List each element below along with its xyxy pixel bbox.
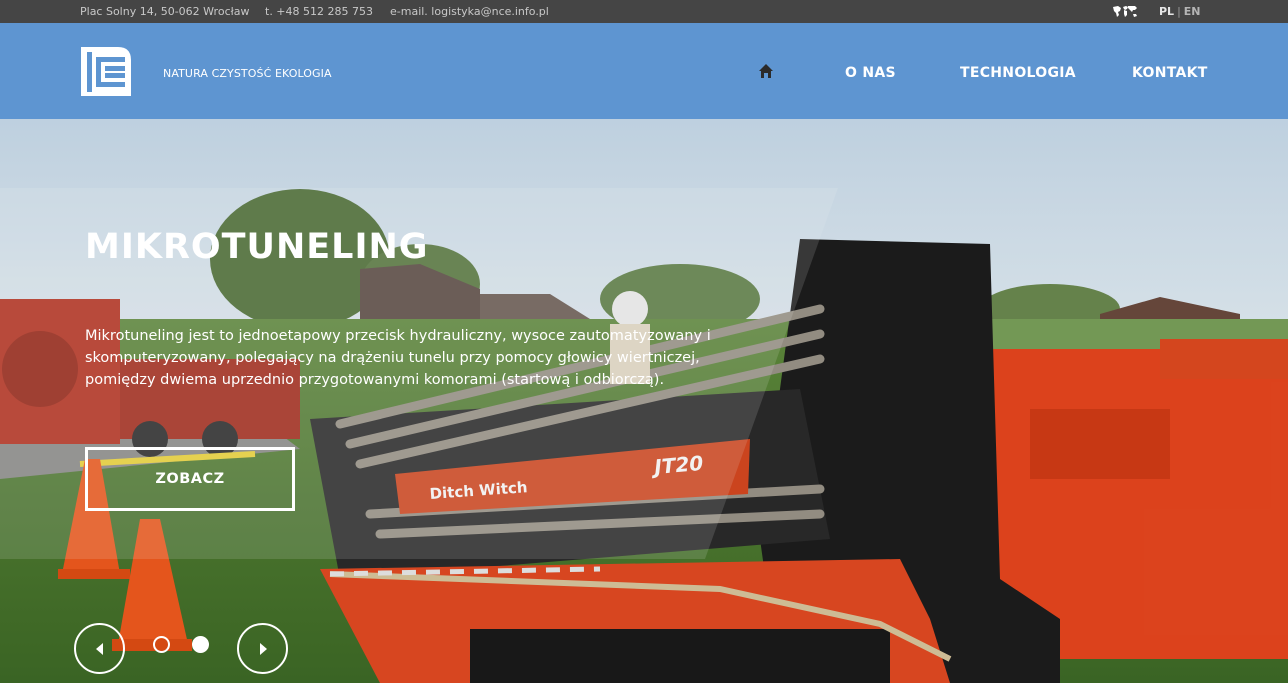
nav-technologia[interactable]: TECHNOLOGIA [960,65,1076,81]
hero-slider: Ditch Witch JT20 MIKROTUNELING Mikrotune… [0,119,1288,683]
zobacz-button[interactable]: ZOBACZ [85,447,295,511]
chevron-left-icon [95,642,103,655]
chevron-right-icon [259,642,267,655]
nav-o-nas[interactable]: O NAS [845,65,896,81]
home-icon[interactable] [758,63,774,79]
slider-dot-2-active[interactable] [192,636,209,653]
lang-en-link[interactable]: EN [1184,5,1201,18]
slider-dot-1[interactable] [153,636,170,653]
main-header: NATURA CZYSTOŚĆ EKOLOGIA O NAS TECHNOLOG… [0,23,1288,119]
lang-pl-link[interactable]: PL [1159,5,1174,18]
top-bar: Plac Solny 14, 50-062 Wrocław t. +48 512… [0,0,1288,23]
slider-next-button[interactable] [237,623,288,674]
nav-kontakt[interactable]: KONTAKT [1132,65,1208,81]
hero-description: Mikrotuneling jest to jednoetapowy przec… [85,328,711,388]
site-tagline: NATURA CZYSTOŚĆ EKOLOGIA [163,67,332,80]
slider-prev-button[interactable] [74,623,125,674]
lang-separator: | [1177,5,1181,18]
world-map-icon [1113,6,1137,17]
language-switcher: PL | EN [1159,5,1201,18]
email-link[interactable]: e-mail. logistyka@nce.info.pl [390,5,549,18]
hero-background-image: Ditch Witch JT20 [0,119,1288,683]
nce-logo[interactable] [80,46,132,97]
phone-text[interactable]: t. +48 512 285 753 [265,5,373,18]
address-text: Plac Solny 14, 50-062 Wrocław [80,5,250,18]
hero-title: MIKROTUNELING [85,227,429,267]
